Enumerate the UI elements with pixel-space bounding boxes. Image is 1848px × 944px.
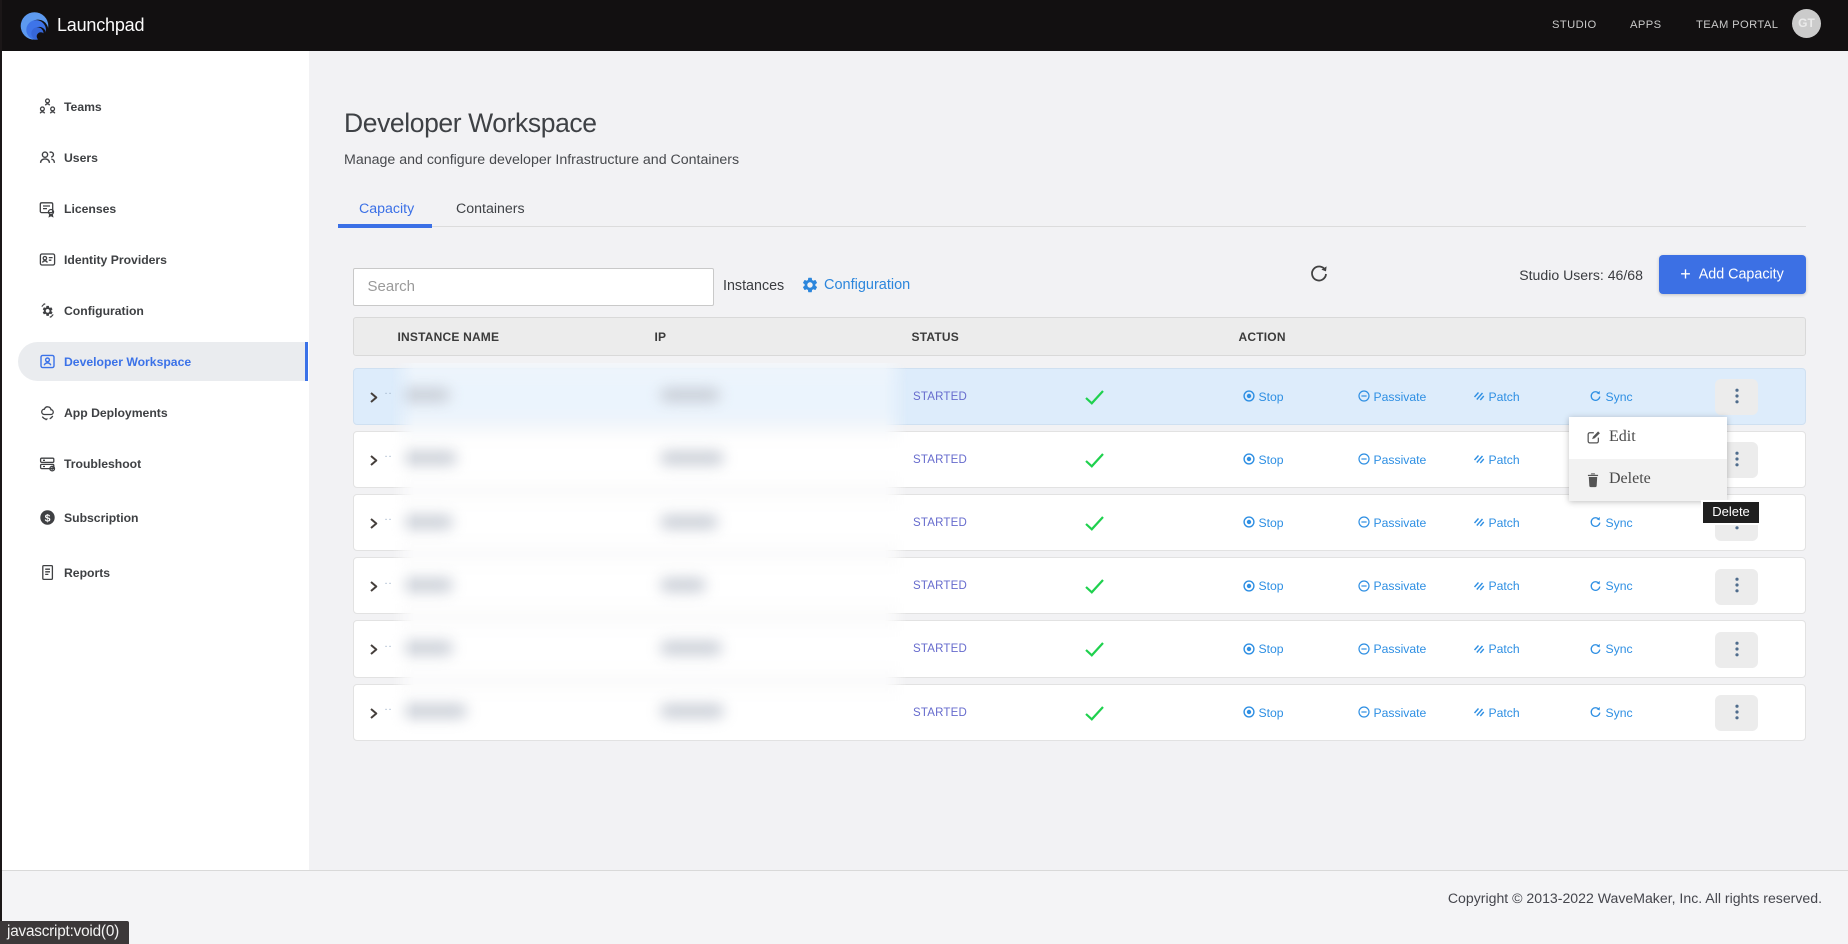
svg-text:$: $ [45, 512, 51, 524]
